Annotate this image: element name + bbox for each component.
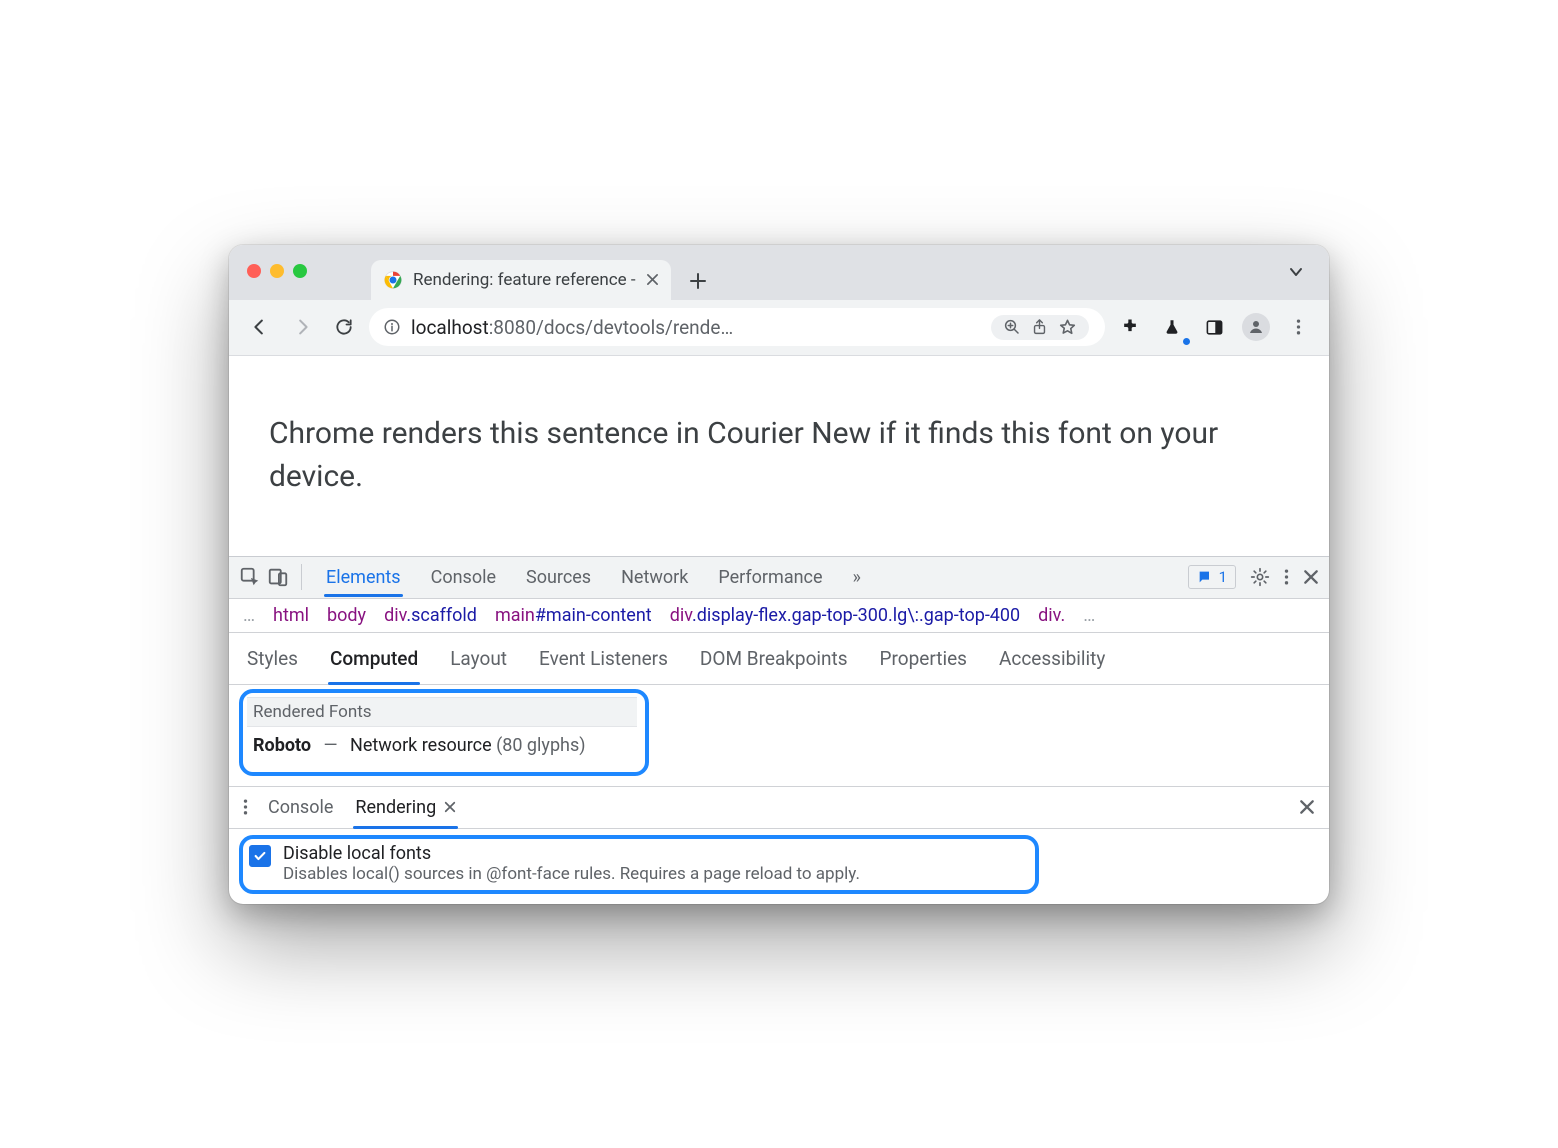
close-tab-icon[interactable]: [646, 273, 659, 286]
devtools-tabs: Elements Console Sources Network Perform…: [314, 559, 1182, 596]
side-panel-icon[interactable]: [1197, 310, 1231, 344]
devtools-menu-icon[interactable]: [1284, 567, 1289, 587]
breadcrumb-main[interactable]: main#main-content: [495, 605, 652, 626]
breadcrumb-html[interactable]: html: [273, 605, 309, 626]
page-text: Chrome renders this sentence in Courier …: [269, 416, 1218, 495]
breadcrumb-body[interactable]: body: [327, 605, 366, 626]
option-text: Disable local fonts Disables local() sou…: [283, 843, 860, 884]
extensions-icon[interactable]: [1113, 310, 1147, 344]
breadcrumb-div-tail[interactable]: div.: [1038, 605, 1065, 626]
font-name: Roboto: [253, 735, 311, 756]
option-description: Disables local() sources in @font-face r…: [283, 864, 860, 884]
font-glyphs: (80 glyphs): [496, 735, 585, 756]
highlight-disable-local-fonts: Disable local fonts Disables local() sou…: [239, 835, 1039, 894]
breadcrumb-display[interactable]: div.display-flex.gap-top-300.lg\:.gap-to…: [670, 605, 1020, 626]
subtab-dom-breakpoints[interactable]: DOM Breakpoints: [698, 639, 850, 678]
subtab-styles[interactable]: Styles: [245, 639, 300, 678]
mdash: —: [323, 735, 337, 756]
bookmark-star-icon[interactable]: [1058, 318, 1077, 337]
subtab-event-listeners[interactable]: Event Listeners: [537, 639, 670, 678]
breadcrumb-scaffold[interactable]: div.scaffold: [384, 605, 477, 626]
close-window-icon[interactable]: [247, 264, 261, 278]
forward-button[interactable]: [285, 310, 319, 344]
chrome-menu-icon[interactable]: [1281, 310, 1315, 344]
drawer-menu-icon[interactable]: [243, 797, 248, 817]
subtab-properties[interactable]: Properties: [878, 639, 969, 678]
tab-strip: Rendering: feature reference -: [229, 245, 1329, 300]
tab-title: Rendering: feature reference -: [413, 270, 636, 290]
window-controls: [247, 264, 307, 278]
address-bar[interactable]: localhost:8080/docs/devtools/rende…: [369, 308, 1105, 346]
maximize-window-icon[interactable]: [293, 264, 307, 278]
browser-toolbar: localhost:8080/docs/devtools/rende…: [229, 300, 1329, 356]
disable-local-fonts-checkbox[interactable]: [249, 845, 271, 867]
rendered-fonts-row: Roboto — Network resource (80 glyphs): [247, 727, 637, 764]
drawer-tab-console[interactable]: Console: [266, 789, 335, 826]
new-tab-button[interactable]: [689, 272, 707, 290]
rendered-fonts-section: Rendered Fonts Roboto — Network resource…: [229, 685, 1329, 786]
minimize-window-icon[interactable]: [270, 264, 284, 278]
rendered-fonts-title: Rendered Fonts: [247, 697, 637, 727]
device-toolbar-icon[interactable]: [267, 566, 289, 588]
issues-count: 1: [1219, 568, 1227, 586]
separator: [301, 564, 302, 590]
issues-button[interactable]: 1: [1188, 565, 1236, 589]
zoom-icon[interactable]: [1003, 318, 1021, 336]
tab-performance[interactable]: Performance: [716, 559, 824, 596]
url-text: localhost:8080/docs/devtools/rende…: [411, 316, 981, 339]
profile-avatar[interactable]: [1239, 310, 1273, 344]
devtools-panel: Elements Console Sources Network Perform…: [229, 556, 1329, 904]
omnibox-actions: [991, 315, 1099, 340]
page-content: Chrome renders this sentence in Courier …: [229, 356, 1329, 556]
breadcrumb-ellipsis-left[interactable]: …: [243, 605, 255, 626]
experiments-icon[interactable]: [1155, 310, 1189, 344]
back-button[interactable]: [243, 310, 277, 344]
tab-elements[interactable]: Elements: [324, 559, 403, 596]
option-title: Disable local fonts: [283, 843, 860, 864]
elements-subtabs: Styles Computed Layout Event Listeners D…: [229, 633, 1329, 685]
omnibox-chip: [991, 315, 1089, 340]
drawer-tabs: Console Rendering: [229, 786, 1329, 829]
settings-icon[interactable]: [1250, 567, 1270, 587]
dom-breadcrumb[interactable]: … html body div.scaffold main#main-conte…: [229, 599, 1329, 633]
share-icon[interactable]: [1031, 318, 1048, 336]
subtab-computed[interactable]: Computed: [328, 639, 420, 678]
tab-more[interactable]: »: [851, 559, 863, 596]
drawer-tab-rendering[interactable]: Rendering: [353, 789, 458, 826]
rendering-options: Disable local fonts Disables local() sou…: [229, 829, 1329, 904]
close-devtools-icon[interactable]: [1303, 569, 1319, 585]
tab-sources[interactable]: Sources: [524, 559, 593, 596]
breadcrumb-ellipsis-right[interactable]: …: [1083, 605, 1095, 626]
browser-window: Rendering: feature reference - localhost…: [229, 245, 1329, 904]
chrome-favicon-icon: [383, 270, 403, 290]
close-rendering-tab-icon[interactable]: [444, 801, 456, 813]
font-source: Network resource: [350, 735, 492, 756]
site-info-icon[interactable]: [383, 318, 401, 336]
browser-tab[interactable]: Rendering: feature reference -: [371, 260, 671, 300]
tab-search-icon[interactable]: [1287, 263, 1305, 281]
highlight-rendered-fonts: Rendered Fonts Roboto — Network resource…: [239, 689, 649, 776]
devtools-toolbar: Elements Console Sources Network Perform…: [229, 557, 1329, 599]
subtab-layout[interactable]: Layout: [448, 639, 509, 678]
inspect-element-icon[interactable]: [239, 566, 261, 588]
tab-console[interactable]: Console: [429, 559, 498, 596]
close-drawer-icon[interactable]: [1299, 799, 1315, 815]
drawer-tab-rendering-label: Rendering: [355, 797, 436, 818]
subtab-accessibility[interactable]: Accessibility: [997, 639, 1107, 678]
reload-button[interactable]: [327, 310, 361, 344]
tab-network[interactable]: Network: [619, 559, 690, 596]
issues-icon: [1197, 569, 1213, 585]
checkmark-icon: [253, 849, 267, 863]
